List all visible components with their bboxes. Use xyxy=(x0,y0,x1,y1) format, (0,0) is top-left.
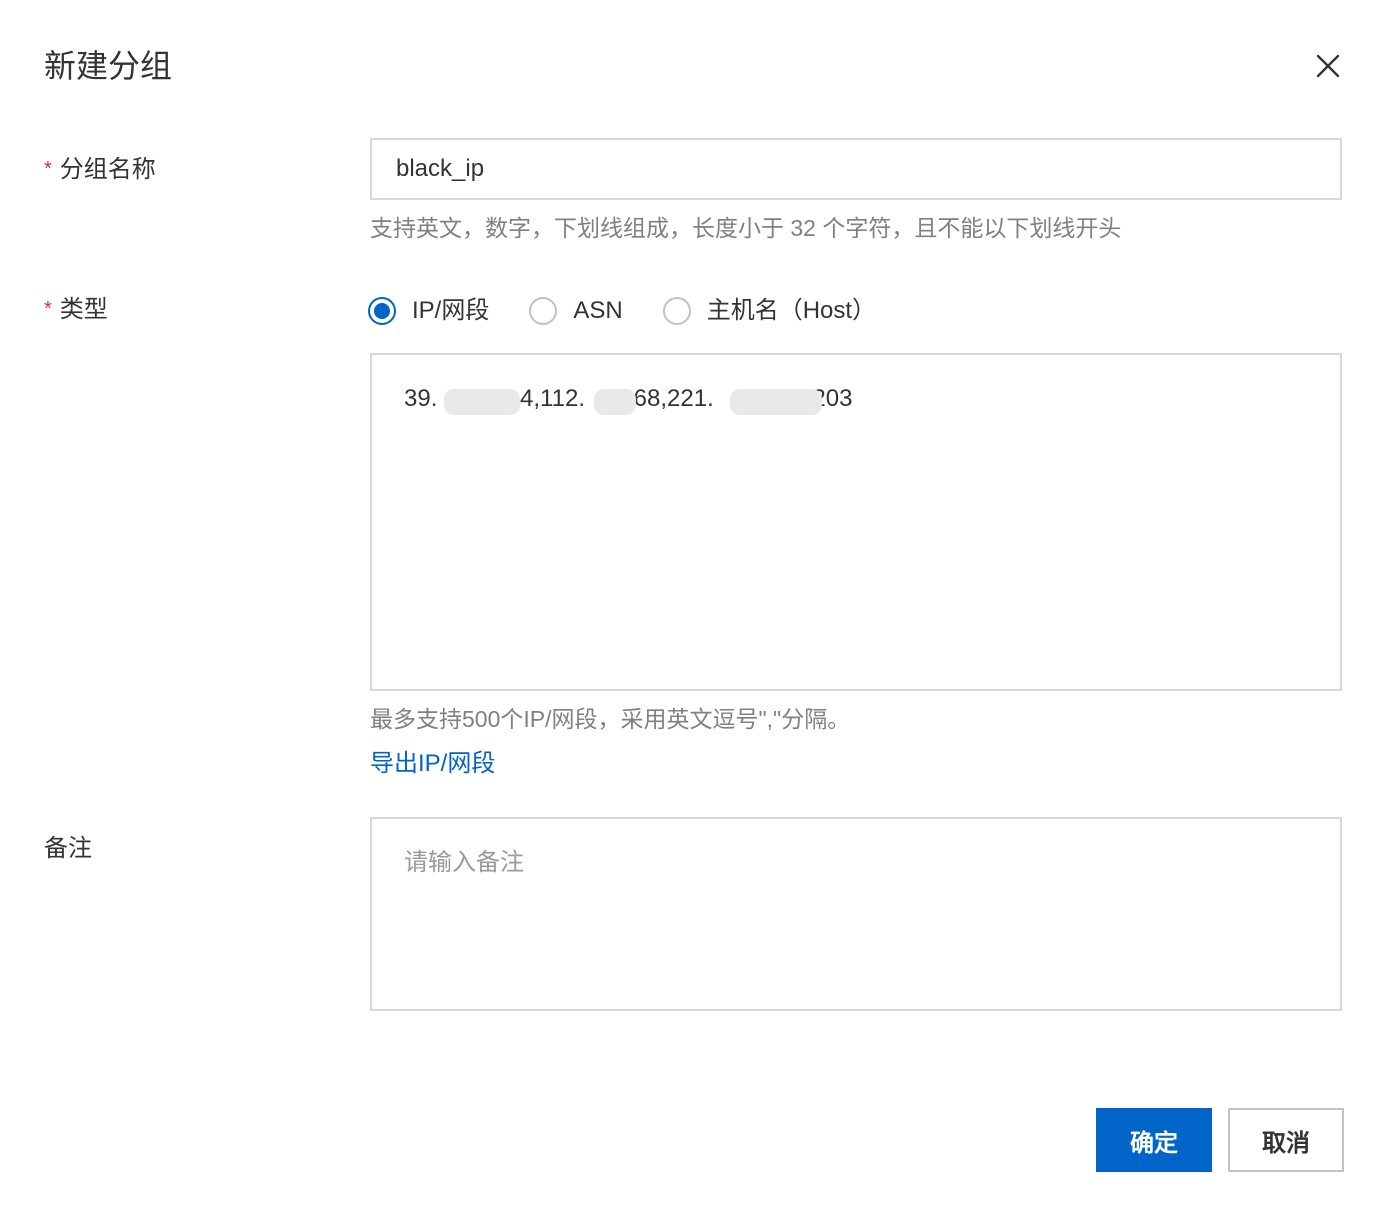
group-name-label: * 分组名称 xyxy=(44,154,156,187)
ip-segment-value: 39. .4,112. .68,221. .203 xyxy=(404,385,852,415)
required-mark: * xyxy=(44,298,52,320)
required-mark: * xyxy=(44,158,52,180)
radio-host[interactable]: 主机名（Host） xyxy=(662,295,877,327)
radio-asn[interactable]: ASN xyxy=(529,295,623,327)
close-button[interactable] xyxy=(1304,44,1352,88)
redaction-mask xyxy=(730,389,822,415)
type-label-text: 类型 xyxy=(59,296,108,323)
type-radio-group: IP/网段 ASN 主机名（Host） xyxy=(368,294,916,328)
dialog-title: 新建分组 xyxy=(44,48,173,84)
confirm-button[interactable]: 确定 xyxy=(1096,1108,1212,1172)
note-label: 备注 xyxy=(44,835,92,862)
close-icon xyxy=(1316,54,1340,78)
group-name-label-text: 分组名称 xyxy=(59,156,156,183)
ip-part: 39. xyxy=(404,385,438,412)
note-placeholder: 请输入备注 xyxy=(404,849,524,876)
ip-part: .4,112. xyxy=(513,385,585,412)
export-ip-segment-link[interactable]: 导出IP/网段 xyxy=(370,748,495,780)
cancel-button[interactable]: 取消 xyxy=(1228,1108,1344,1172)
redaction-mask xyxy=(444,389,520,415)
radio-unchecked-icon xyxy=(529,297,558,325)
radio-checked-icon xyxy=(368,297,396,325)
radio-ip-segment[interactable]: IP/网段 xyxy=(368,295,489,327)
group-name-hint: 支持英文，数字，下划线组成，长度小于 32 个字符，且不能以下划线开头 xyxy=(370,215,1122,241)
type-label: * 类型 xyxy=(44,294,108,327)
radio-asn-label: ASN xyxy=(573,297,623,324)
radio-host-label: 主机名（Host） xyxy=(706,297,877,324)
radio-unchecked-icon xyxy=(662,297,691,325)
redaction-mask xyxy=(594,389,636,415)
ip-segment-textarea[interactable]: 39. .4,112. .68,221. .203 xyxy=(370,353,1342,691)
group-name-input[interactable] xyxy=(370,138,1342,200)
ip-part: .68,221. xyxy=(627,385,714,412)
note-textarea[interactable]: 请输入备注 xyxy=(370,817,1342,1011)
ip-segment-hint: 最多支持500个IP/网段，采用英文逗号","分隔。 xyxy=(370,706,851,732)
new-group-dialog: 新建分组 * 分组名称 支持英文，数字，下划线组成，长度小于 32 个字符，且不能… xyxy=(0,0,1392,1216)
radio-ip-segment-label: IP/网段 xyxy=(412,297,490,324)
